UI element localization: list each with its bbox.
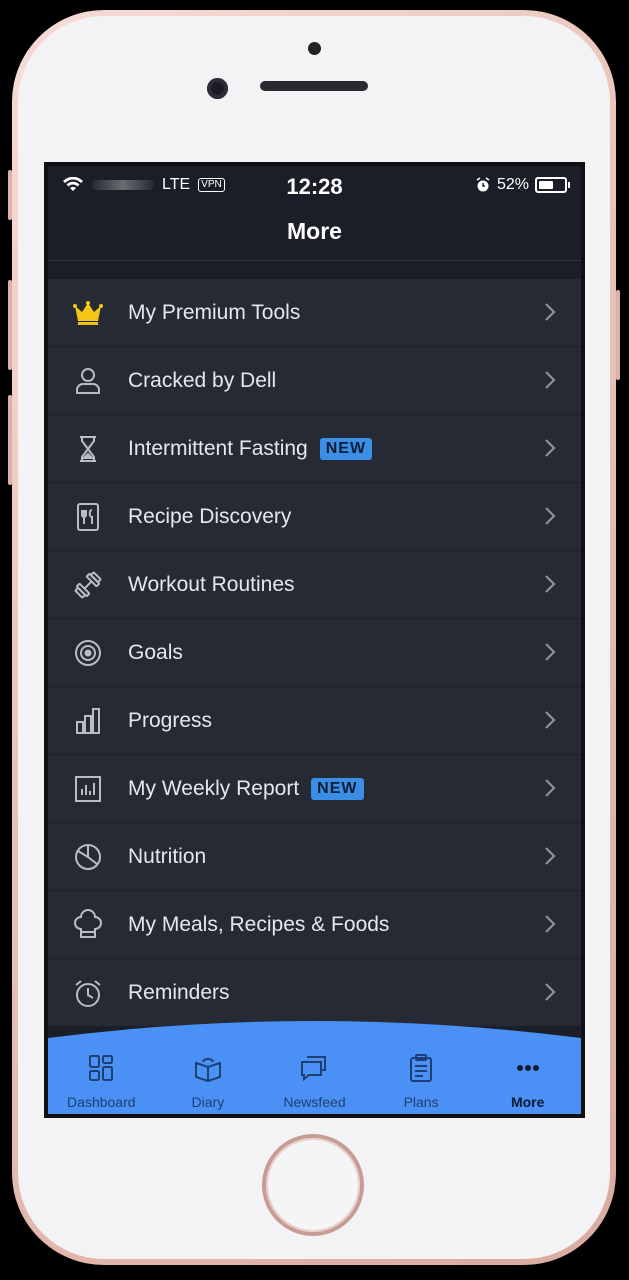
chevron-right-icon [543,301,557,323]
mute-switch [8,170,12,220]
menu-item-intermittent-fasting[interactable]: Intermittent Fasting NEW [48,415,581,483]
bottom-tab-bar: Dashboard Diary Newsfeed Plans More [48,1018,581,1114]
status-bar: LTE VPN 12:28 52% [48,166,581,206]
tab-label: Diary [191,1094,225,1110]
chef-hat-icon [48,908,128,941]
menu-item-label: Recipe Discovery [128,504,292,528]
menu-item-my-premium-tools[interactable]: My Premium Tools [48,279,581,347]
report-icon [48,773,128,805]
chevron-right-icon [543,437,557,459]
more-menu-list: My Premium Tools Cracked by Dell Intermitt… [48,279,581,1027]
chevron-right-icon [543,369,557,391]
clipboard-icon [406,1053,436,1094]
chevron-right-icon [543,641,557,663]
menu-item-workout-routines[interactable]: Workout Routines [48,551,581,619]
tab-label: Dashboard [67,1094,136,1110]
target-icon [48,637,128,669]
diary-icon [193,1053,223,1094]
menu-item-label: Goals [128,640,183,664]
more-dots-icon [513,1053,543,1094]
new-badge: NEW [311,777,364,800]
chevron-right-icon [543,981,557,1003]
hourglass-icon [48,433,128,465]
pie-chart-icon [48,841,128,873]
front-camera [207,78,228,99]
dumbbell-icon [48,569,128,601]
chevron-right-icon [543,709,557,731]
tab-label: Plans [403,1094,439,1110]
battery-percent: 52% [496,176,529,193]
tab-dashboard[interactable]: Dashboard [48,1034,155,1114]
tab-more[interactable]: More [474,1034,581,1114]
menu-item-label: Workout Routines [128,572,295,596]
home-button[interactable] [266,1138,360,1232]
battery-icon [535,177,570,193]
chevron-right-icon [543,845,557,867]
tab-label: Newsfeed [283,1094,346,1110]
tab-label: More [510,1094,545,1110]
tab-newsfeed[interactable]: Newsfeed [261,1034,368,1114]
volume-down-button [8,395,12,485]
menu-item-label: Reminders [128,980,230,1004]
tab-diary[interactable]: Diary [155,1034,262,1114]
bar-chart-icon [48,705,128,737]
status-right: 52% [475,176,570,194]
recipe-book-icon [48,501,128,533]
app-screen: LTE VPN 12:28 52% More My Premium Tools C… [44,162,585,1118]
dashboard-icon [86,1053,116,1094]
menu-item-progress[interactable]: Progress [48,687,581,755]
menu-item-nutrition[interactable]: Nutrition [48,823,581,891]
newsfeed-icon [299,1053,329,1094]
menu-item-label: My Premium Tools [128,300,301,324]
menu-item-label: My Meals, Recipes & Foods [128,912,390,936]
menu-item-my-weekly-report[interactable]: My Weekly Report NEW [48,755,581,823]
chevron-right-icon [543,913,557,935]
chevron-right-icon [543,505,557,527]
alarm-clock-icon [48,977,128,1009]
menu-item-label: My Weekly Report [128,776,300,800]
power-button [616,290,620,380]
menu-item-label: Nutrition [128,844,207,868]
alarm-icon [476,177,490,192]
volume-up-button [8,280,12,370]
menu-item-label: Progress [128,708,213,732]
new-badge: NEW [319,437,373,460]
proximity-sensor [308,42,321,55]
crown-icon [48,297,128,329]
menu-item-recipe-discovery[interactable]: Recipe Discovery [48,483,581,551]
user-icon [48,365,128,397]
menu-item-cracked-by-dell[interactable]: Cracked by Dell [48,347,581,415]
page-title: More [48,206,581,261]
menu-item-label: Cracked by Dell [128,368,277,392]
chevron-right-icon [543,573,557,595]
menu-item-label: Intermittent Fasting [128,436,308,460]
chevron-right-icon [543,777,557,799]
menu-item-my-meals-recipes-foods[interactable]: My Meals, Recipes & Foods [48,891,581,959]
menu-item-reminders[interactable]: Reminders [48,959,581,1027]
menu-item-goals[interactable]: Goals [48,619,581,687]
tab-plans[interactable]: Plans [368,1034,475,1114]
earpiece-speaker [260,81,368,91]
